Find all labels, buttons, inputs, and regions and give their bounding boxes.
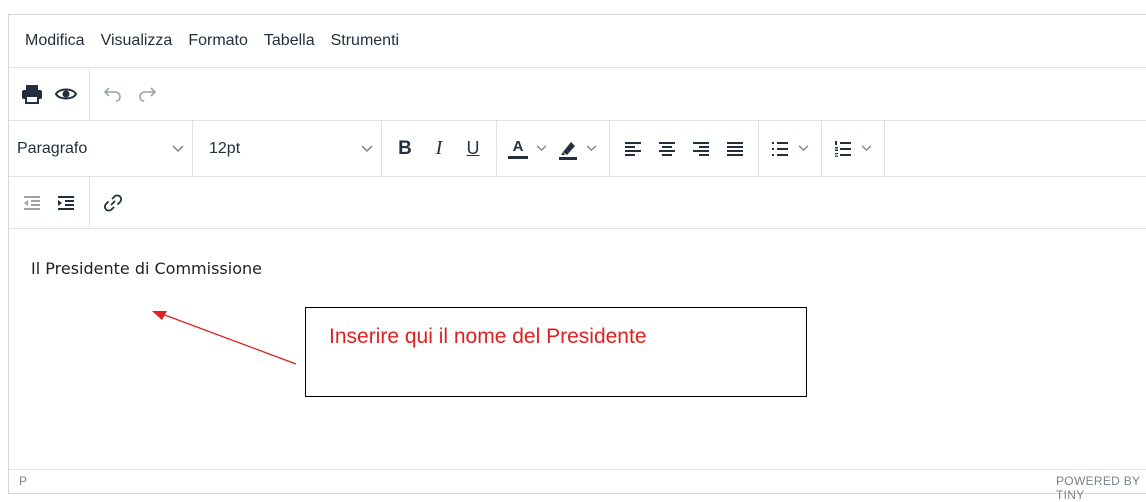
toolbar-group-alignment [610, 121, 759, 176]
numbered-list-icon [835, 140, 851, 157]
toolbar-row-1 [9, 68, 1146, 121]
content-paragraph[interactable]: Il Presidente di Commissione [31, 259, 262, 278]
redo-icon [139, 87, 157, 102]
bullet-list-icon [772, 141, 788, 156]
text-color-bar [508, 155, 528, 159]
statusbar: P POWERED BY TINY [9, 469, 1146, 502]
chevron-down-icon[interactable] [858, 145, 874, 152]
link-button[interactable] [96, 186, 130, 220]
toolbar-row-2: Paragrafo 12pt B I U A [9, 121, 1146, 177]
indent-button[interactable] [49, 186, 83, 220]
chevron-down-icon[interactable] [533, 145, 549, 152]
toolbar-group-text-style: B I U [382, 121, 497, 176]
toolbar-group-bullet-list [759, 121, 822, 176]
numbered-list-main[interactable] [828, 132, 858, 166]
menu-tabella[interactable]: Tabella [256, 26, 323, 56]
undo-icon [103, 87, 121, 102]
toolbar-group-history [90, 68, 170, 120]
element-path[interactable]: P [19, 474, 27, 488]
underline-icon: U [466, 138, 480, 158]
chevron-down-icon[interactable] [583, 145, 599, 152]
toolbar-group-print-preview [9, 68, 90, 120]
toolbar-group-colors: A [497, 121, 610, 176]
annotation-text: Inserire qui il nome del Presidente [329, 325, 647, 348]
underline-button[interactable]: U [456, 132, 490, 166]
redo-button[interactable] [130, 77, 164, 111]
align-right-icon [693, 141, 709, 156]
align-justify-button[interactable] [718, 132, 752, 166]
rich-text-editor: Modifica Visualizza Formato Tabella Stru… [8, 14, 1146, 502]
highlight-color-button[interactable] [553, 132, 603, 166]
toolbar-row-3 [9, 177, 1146, 229]
bullet-list-button[interactable] [765, 132, 815, 166]
highlight-color-main[interactable] [553, 132, 583, 166]
align-center-button[interactable] [650, 132, 684, 166]
block-format-select[interactable]: Paragrafo [9, 121, 193, 176]
indent-icon [58, 195, 74, 210]
preview-button[interactable] [49, 77, 83, 111]
print-button[interactable] [15, 77, 49, 111]
align-right-button[interactable] [684, 132, 718, 166]
chevron-down-icon [361, 144, 373, 152]
menu-modifica[interactable]: Modifica [17, 26, 93, 56]
align-left-icon [625, 141, 641, 156]
font-size-select[interactable]: 12pt [193, 121, 382, 176]
italic-button[interactable]: I [422, 132, 456, 166]
numbered-list-button[interactable] [828, 132, 878, 166]
outdent-icon [24, 195, 40, 210]
text-color-icon: A [512, 137, 524, 155]
align-justify-icon [727, 141, 743, 156]
align-left-button[interactable] [616, 132, 650, 166]
annotation-callout-box: Inserire qui il nome del Presidente [305, 307, 807, 397]
font-size-value: 12pt [209, 139, 241, 157]
bold-button[interactable]: B [388, 132, 422, 166]
menu-visualizza[interactable]: Visualizza [93, 26, 181, 56]
menu-formato[interactable]: Formato [180, 26, 256, 56]
toolbar-group-indent [9, 177, 90, 228]
printer-icon [22, 85, 42, 104]
align-center-icon [659, 141, 675, 156]
italic-icon: I [435, 137, 443, 159]
eye-icon [55, 88, 77, 100]
text-color-button[interactable]: A [503, 132, 553, 166]
bullet-list-main[interactable] [765, 132, 795, 166]
bold-icon: B [398, 137, 412, 159]
toolbar-group-numbered-list [822, 121, 885, 176]
link-icon [103, 193, 123, 212]
undo-button[interactable] [96, 77, 130, 111]
menubar: Modifica Visualizza Formato Tabella Stru… [9, 15, 1146, 68]
chevron-down-icon[interactable] [795, 145, 811, 152]
powered-by-tiny-link[interactable]: POWERED BY TINY [1056, 474, 1146, 502]
highlighter-icon [559, 141, 577, 160]
menu-strumenti[interactable]: Strumenti [323, 26, 407, 56]
toolbar-group-link [90, 177, 136, 228]
text-color-main[interactable]: A [503, 132, 533, 166]
block-format-value: Paragrafo [17, 139, 88, 157]
outdent-button[interactable] [15, 186, 49, 220]
chevron-down-icon [172, 144, 184, 152]
